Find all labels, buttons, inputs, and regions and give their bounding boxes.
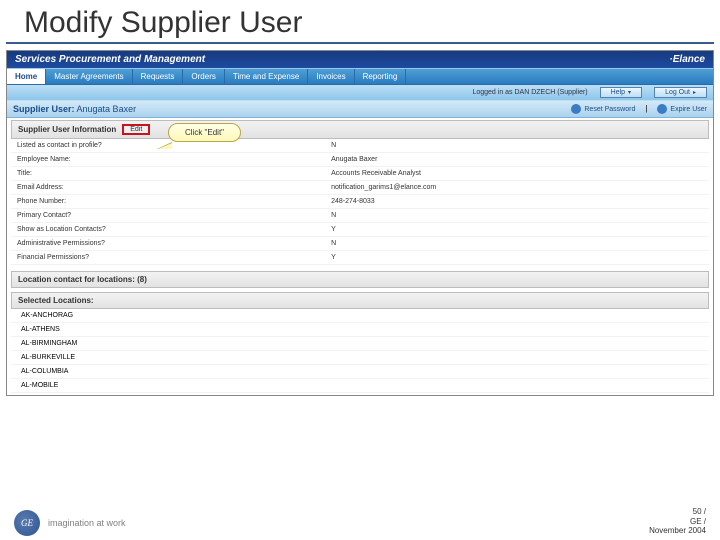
- list-item: AL-BURKEVILLE: [11, 351, 709, 365]
- field-value: N: [325, 209, 709, 223]
- reset-password-label: Reset Password: [584, 106, 635, 113]
- user-info-table: Listed as contact in profile?N Employee …: [11, 139, 709, 265]
- callout-annotation: Click "Edit": [168, 123, 241, 142]
- footer-brand: imagination at work: [14, 510, 126, 536]
- table-row: Phone Number:248-274-8033: [11, 195, 709, 209]
- page-header-value: Anugata Baxer: [77, 104, 137, 114]
- footer-company: GE /: [649, 517, 706, 527]
- field-label: Administrative Permissions?: [11, 237, 325, 251]
- tab-requests[interactable]: Requests: [133, 69, 184, 84]
- logged-in-label: Logged in as DAN DZECH (Supplier): [472, 89, 587, 96]
- table-row: Financial Permissions?Y: [11, 251, 709, 265]
- field-value: 248-274-8033: [325, 195, 709, 209]
- help-button[interactable]: Help ▾: [600, 87, 642, 98]
- field-label: Email Address:: [11, 181, 325, 195]
- key-icon: [571, 104, 581, 114]
- brand-title: Services Procurement and Management: [15, 54, 205, 65]
- list-item: AK-ANCHORAG: [11, 309, 709, 323]
- callout-tail-icon: [158, 143, 172, 149]
- list-item: AL-ATHENS: [11, 323, 709, 337]
- chevron-right-icon: ▸: [693, 89, 696, 96]
- table-row: Primary Contact?N: [11, 209, 709, 223]
- tab-reporting[interactable]: Reporting: [355, 69, 407, 84]
- chevron-down-icon: ▾: [628, 89, 631, 96]
- user-x-icon: [657, 104, 667, 114]
- page-header: Supplier User: Anugata Baxer Reset Passw…: [7, 100, 713, 118]
- footer-tagline: imagination at work: [48, 518, 126, 528]
- field-label: Show as Location Contacts?: [11, 223, 325, 237]
- logout-button[interactable]: Log Out ▸: [654, 87, 707, 98]
- section-location-count-header: Location contact for locations: (8): [11, 271, 709, 288]
- field-value: N: [325, 139, 709, 153]
- field-value: Y: [325, 223, 709, 237]
- list-item: AL-MOBILE: [11, 379, 709, 393]
- slide-title: Modify Supplier User: [6, 0, 714, 44]
- tab-time-expense[interactable]: Time and Expense: [225, 69, 308, 84]
- section-user-info-header: Supplier User Information Edit: [11, 120, 709, 139]
- edit-button[interactable]: Edit: [122, 124, 150, 135]
- field-label: Phone Number:: [11, 195, 325, 209]
- section-user-info-title: Supplier User Information: [18, 125, 116, 134]
- section-location-count-title: Location contact for locations: (8): [18, 275, 147, 284]
- footer-page-number: 50 /: [649, 507, 706, 517]
- content-area: Supplier User Information Edit Listed as…: [7, 118, 713, 395]
- field-value: Accounts Receivable Analyst: [325, 167, 709, 181]
- footer-date: November 2004: [649, 526, 706, 536]
- slide-footer: imagination at work 50 / GE / November 2…: [0, 507, 720, 536]
- field-label: Title:: [11, 167, 325, 181]
- tab-master-agreements[interactable]: Master Agreements: [46, 69, 132, 84]
- tab-invoices[interactable]: Invoices: [308, 69, 354, 84]
- primary-tabs: Home Master Agreements Requests Orders T…: [7, 68, 713, 85]
- field-value: Anugata Baxer: [325, 153, 709, 167]
- table-row: Show as Location Contacts?Y: [11, 223, 709, 237]
- list-item: AL-BIRMINGHAM: [11, 337, 709, 351]
- footer-meta: 50 / GE / November 2004: [649, 507, 706, 536]
- tab-home[interactable]: Home: [7, 69, 46, 84]
- list-item: AL-COLUMBIA: [11, 365, 709, 379]
- field-value: notification_garims1@elance.com: [325, 181, 709, 195]
- table-row: Email Address:notification_garims1@elanc…: [11, 181, 709, 195]
- field-label: Employee Name:: [11, 153, 325, 167]
- logout-label: Log Out: [665, 89, 690, 96]
- brand-bar: Services Procurement and Management ·Ela…: [7, 51, 713, 68]
- utility-bar: Logged in as DAN DZECH (Supplier) Help ▾…: [7, 85, 713, 100]
- table-row: Title:Accounts Receivable Analyst: [11, 167, 709, 181]
- field-label: Primary Contact?: [11, 209, 325, 223]
- reset-password-link[interactable]: Reset Password: [571, 104, 635, 114]
- expire-user-label: Expire User: [670, 106, 707, 113]
- field-value: Y: [325, 251, 709, 265]
- callout-text: Click "Edit": [168, 123, 241, 142]
- field-label: Financial Permissions?: [11, 251, 325, 265]
- page-header-title: Supplier User: Anugata Baxer: [13, 104, 136, 114]
- field-value: N: [325, 237, 709, 251]
- section-selected-locations-header: Selected Locations:: [11, 292, 709, 309]
- tab-orders[interactable]: Orders: [183, 69, 224, 84]
- table-row: Administrative Permissions?N: [11, 237, 709, 251]
- page-header-label: Supplier User:: [13, 104, 75, 114]
- app-window: Services Procurement and Management ·Ela…: [6, 50, 714, 396]
- table-row: Listed as contact in profile?N: [11, 139, 709, 153]
- separator: |: [645, 104, 647, 114]
- table-row: Employee Name:Anugata Baxer: [11, 153, 709, 167]
- brand-vendor: ·Elance: [669, 54, 705, 65]
- expire-user-link[interactable]: Expire User: [657, 104, 707, 114]
- ge-logo-icon: [14, 510, 40, 536]
- help-label: Help: [611, 89, 625, 96]
- locations-list: AK-ANCHORAG AL-ATHENS AL-BIRMINGHAM AL-B…: [11, 309, 709, 393]
- section-selected-locations-title: Selected Locations:: [18, 296, 94, 305]
